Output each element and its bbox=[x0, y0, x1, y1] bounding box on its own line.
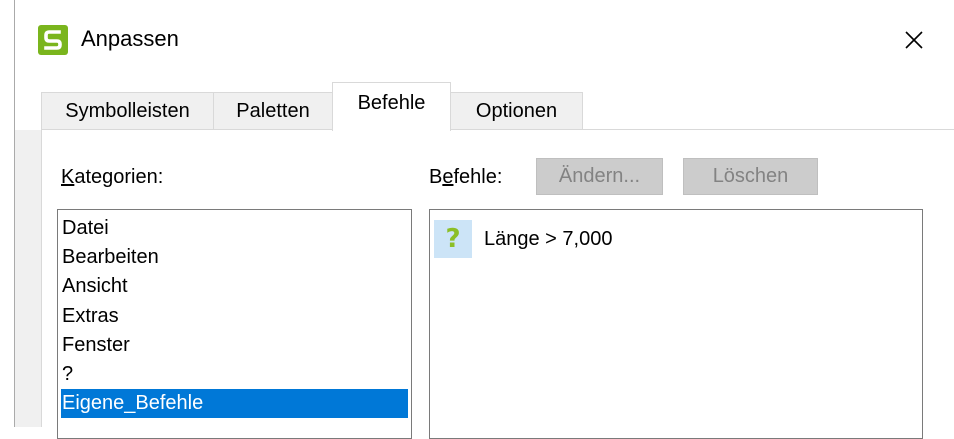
tab-paletten[interactable]: Paletten bbox=[213, 92, 333, 129]
command-item[interactable]: ? Länge > 7,000 bbox=[434, 220, 612, 258]
close-icon bbox=[905, 31, 923, 49]
s-logo-icon bbox=[38, 25, 68, 55]
list-item[interactable]: Ansicht bbox=[61, 272, 408, 301]
change-button[interactable]: Ändern... bbox=[536, 158, 663, 195]
categories-label: Kategorien: bbox=[61, 166, 164, 188]
tab-befehle[interactable]: Befehle bbox=[332, 82, 451, 131]
title-bar: Anpassen bbox=[15, 0, 954, 82]
tab-optionen[interactable]: Optionen bbox=[450, 92, 583, 129]
categories-list[interactable]: Datei Bearbeiten Ansicht Extras Fenster … bbox=[57, 209, 412, 439]
command-item-label: Länge > 7,000 bbox=[484, 227, 613, 250]
question-mark-icon: ? bbox=[434, 220, 472, 258]
commands-tab-panel: Kategorien: Befehle: Ändern... Löschen D… bbox=[41, 129, 954, 439]
close-button[interactable] bbox=[892, 18, 936, 62]
list-item-selected[interactable]: Eigene_Befehle bbox=[61, 389, 408, 418]
customize-dialog: Anpassen Symbolleisten Paletten Befehle … bbox=[14, 0, 954, 439]
tab-strip: Symbolleisten Paletten Befehle Optionen bbox=[15, 82, 954, 131]
delete-button[interactable]: Löschen bbox=[683, 158, 818, 195]
tab-symbolleisten[interactable]: Symbolleisten bbox=[41, 92, 214, 129]
list-item[interactable]: Datei bbox=[61, 214, 408, 243]
list-item[interactable]: Bearbeiten bbox=[61, 243, 408, 272]
list-item[interactable]: Extras bbox=[61, 302, 408, 331]
list-item[interactable]: Fenster bbox=[61, 331, 408, 360]
list-item[interactable]: ? bbox=[61, 360, 408, 389]
commands-label: Befehle: bbox=[429, 166, 503, 188]
dialog-title: Anpassen bbox=[81, 26, 179, 51]
commands-list[interactable]: ? Länge > 7,000 bbox=[429, 209, 923, 439]
